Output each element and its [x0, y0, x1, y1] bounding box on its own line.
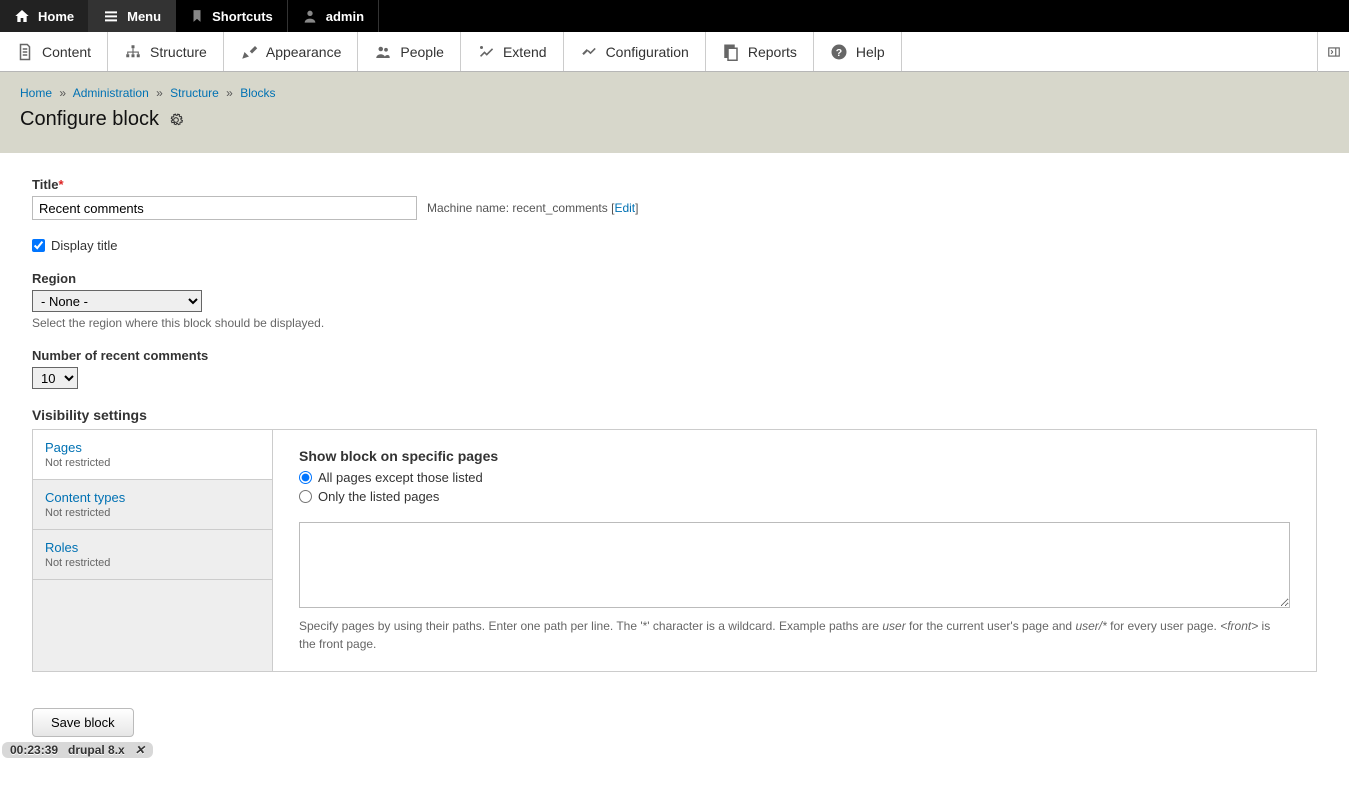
people-icon — [374, 43, 392, 61]
help-icon: ? — [830, 43, 848, 61]
admin-menu-reports[interactable]: Reports — [706, 32, 814, 71]
admin-menu-label: Help — [856, 44, 885, 60]
admin-menu-label: Extend — [503, 44, 547, 60]
home-icon — [14, 8, 30, 24]
structure-icon — [124, 43, 142, 61]
toolbar-menu[interactable]: Menu — [89, 0, 176, 32]
gear-icon[interactable] — [169, 113, 183, 127]
footer-badge: 00:23:39 drupal 8.x ✕ — [2, 742, 153, 758]
extend-icon — [477, 43, 495, 61]
display-title-row: Display title — [32, 238, 1317, 253]
visibility-heading: Visibility settings — [32, 407, 1317, 423]
pages-heading: Show block on specific pages — [299, 448, 1290, 464]
radio-all-except: All pages except those listed — [299, 470, 1290, 485]
vtab-content: Show block on specific pages All pages e… — [273, 430, 1316, 671]
region-help: Select the region where this block shoul… — [32, 316, 1317, 330]
menu-icon — [103, 8, 119, 24]
vtabs-list: Pages Not restricted Content types Not r… — [33, 430, 273, 671]
toolbar-home-label: Home — [38, 9, 74, 24]
toolbar-home[interactable]: Home — [0, 0, 89, 32]
toolbar-user-label: admin — [326, 9, 364, 24]
vtab-sub: Not restricted — [45, 457, 260, 469]
close-icon[interactable]: ✕ — [135, 743, 145, 757]
page-title: Configure block — [20, 108, 1329, 131]
title-label: Title* — [32, 177, 1317, 192]
toolbar-user[interactable]: admin — [288, 0, 379, 32]
vtab-sub: Not restricted — [45, 557, 260, 569]
admin-menu-label: People — [400, 44, 444, 60]
vtab-sub: Not restricted — [45, 507, 260, 519]
vertical-tabs: Pages Not restricted Content types Not r… — [32, 429, 1317, 672]
vtab-pages[interactable]: Pages Not restricted — [33, 430, 272, 480]
admin-menu-label: Appearance — [266, 44, 342, 60]
toolbar-shortcuts[interactable]: Shortcuts — [176, 0, 288, 32]
admin-menu-structure[interactable]: Structure — [108, 32, 224, 71]
breadcrumb-structure[interactable]: Structure — [170, 86, 219, 100]
title-field-row: Title* Machine name: recent_comments [Ed… — [32, 177, 1317, 220]
header-region: Home » Administration » Structure » Bloc… — [0, 72, 1349, 153]
vtab-content-types[interactable]: Content types Not restricted — [33, 480, 272, 530]
admin-menu-extend[interactable]: Extend — [461, 32, 564, 71]
toolbar-shortcuts-label: Shortcuts — [212, 9, 273, 24]
breadcrumb-home[interactable]: Home — [20, 86, 52, 100]
toolbar: Home Menu Shortcuts admin — [0, 0, 1349, 32]
visibility-row: Visibility settings Pages Not restricted… — [32, 407, 1317, 672]
breadcrumb-sep: » — [59, 86, 66, 100]
admin-menu-label: Content — [42, 44, 91, 60]
breadcrumb: Home » Administration » Structure » Bloc… — [20, 86, 1329, 100]
display-title-label: Display title — [51, 238, 117, 253]
page-title-text: Configure block — [20, 108, 159, 131]
admin-menu-content[interactable]: Content — [0, 32, 108, 71]
admin-menu-toggle[interactable] — [1317, 32, 1349, 72]
machine-name-edit[interactable]: Edit — [614, 201, 635, 215]
breadcrumb-administration[interactable]: Administration — [73, 86, 149, 100]
admin-menu-label: Structure — [150, 44, 207, 60]
user-icon — [302, 8, 318, 24]
display-title-checkbox[interactable] — [32, 239, 45, 252]
pages-textarea[interactable] — [299, 522, 1290, 608]
region-label: Region — [32, 271, 1317, 286]
radio-all-except-label: All pages except those listed — [318, 470, 483, 485]
footer-label: drupal 8.x — [68, 743, 125, 757]
admin-menu-people[interactable]: People — [358, 32, 461, 71]
content: Title* Machine name: recent_comments [Ed… — [0, 153, 1349, 797]
footer-time: 00:23:39 — [10, 743, 58, 757]
radio-all-except-input[interactable] — [299, 471, 312, 484]
title-input[interactable] — [32, 196, 417, 220]
toolbar-menu-label: Menu — [127, 9, 161, 24]
machine-name: Machine name: recent_comments [Edit] — [427, 201, 638, 215]
appearance-icon — [240, 43, 258, 61]
admin-menu-configuration[interactable]: Configuration — [564, 32, 706, 71]
required-marker: * — [59, 177, 64, 192]
vtab-title: Pages — [45, 440, 260, 455]
radio-only-listed-input[interactable] — [299, 490, 312, 503]
breadcrumb-sep: » — [226, 86, 233, 100]
toggle-icon — [1327, 45, 1341, 59]
save-button[interactable]: Save block — [32, 708, 134, 737]
num-comments-row: Number of recent comments 10 — [32, 348, 1317, 389]
admin-menu-help[interactable]: ? Help — [814, 32, 902, 71]
svg-text:?: ? — [836, 46, 842, 58]
configuration-icon — [580, 43, 598, 61]
content-icon — [16, 43, 34, 61]
bookmark-icon — [190, 8, 204, 24]
admin-menu-appearance[interactable]: Appearance — [224, 32, 359, 71]
reports-icon — [722, 43, 740, 61]
vtab-title: Content types — [45, 490, 260, 505]
num-comments-select[interactable]: 10 — [32, 367, 78, 389]
breadcrumb-blocks[interactable]: Blocks — [240, 86, 275, 100]
breadcrumb-sep: » — [156, 86, 163, 100]
radio-only-listed-label: Only the listed pages — [318, 489, 439, 504]
num-comments-label: Number of recent comments — [32, 348, 1317, 363]
region-row: Region - None - Select the region where … — [32, 271, 1317, 330]
vtab-title: Roles — [45, 540, 260, 555]
admin-menu: Content Structure Appearance People Exte… — [0, 32, 1349, 72]
vtab-roles[interactable]: Roles Not restricted — [33, 530, 272, 580]
admin-menu-label: Reports — [748, 44, 797, 60]
pages-help: Specify pages by using their paths. Ente… — [299, 617, 1290, 653]
region-select[interactable]: - None - — [32, 290, 202, 312]
admin-menu-label: Configuration — [606, 44, 689, 60]
radio-only-listed: Only the listed pages — [299, 489, 1290, 504]
